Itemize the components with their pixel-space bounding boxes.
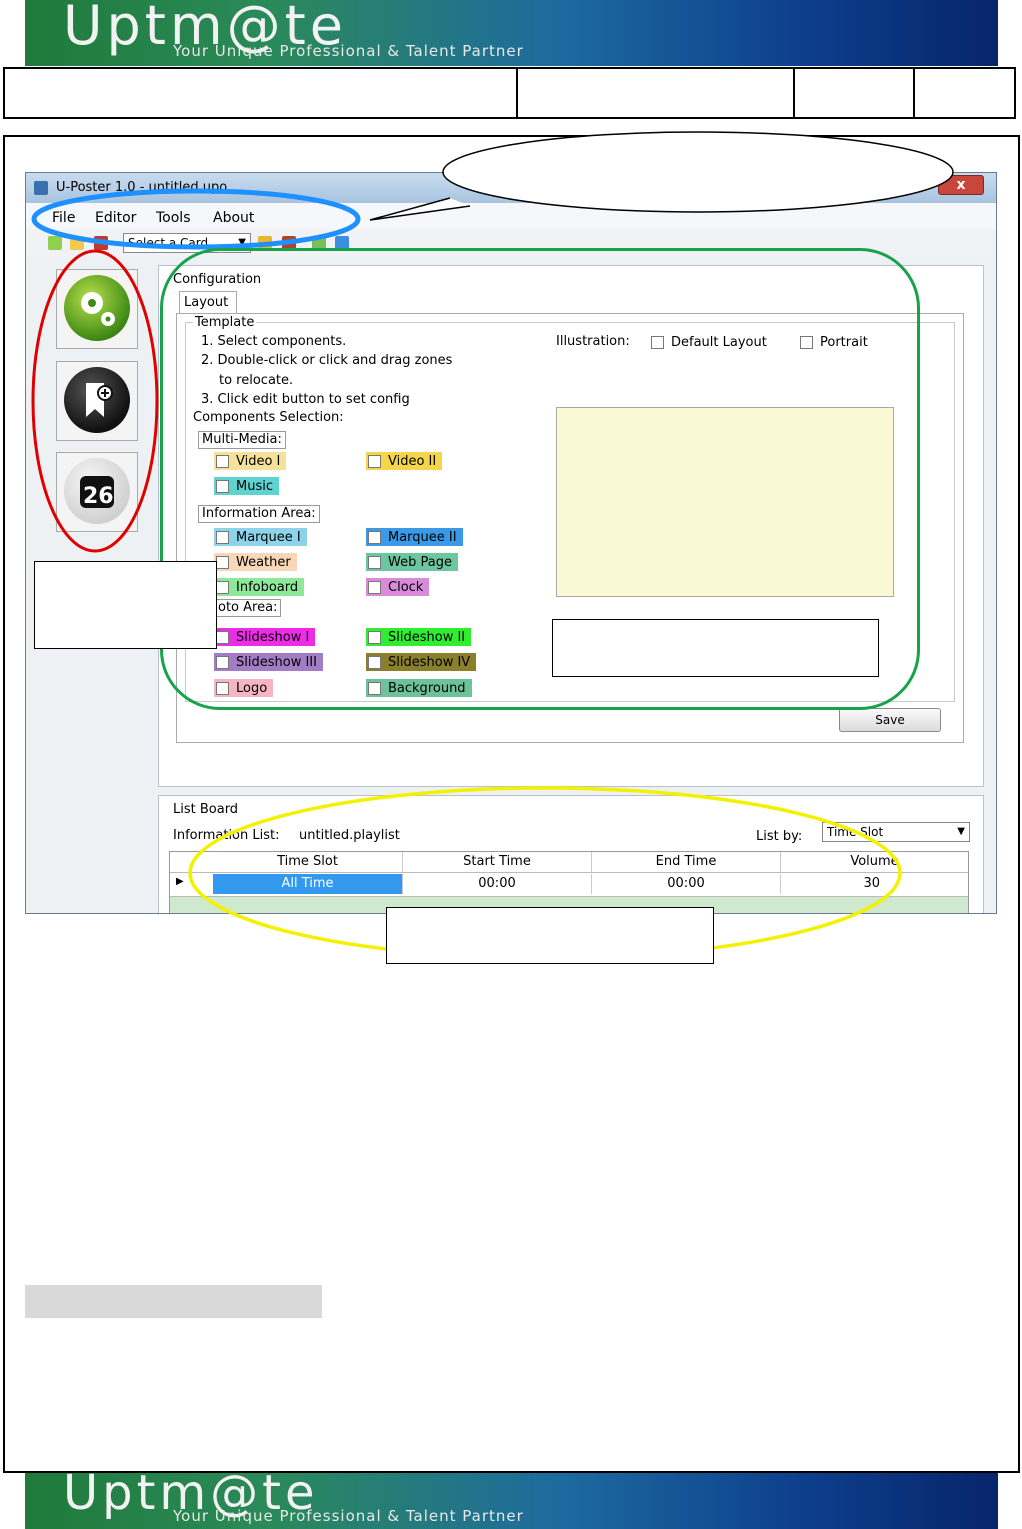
speech-bubble-callout xyxy=(369,131,954,221)
menu-highlight-ellipse xyxy=(31,188,361,250)
top-banner: Uptm@te Your Unique Professional & Talen… xyxy=(25,0,998,66)
header-cell xyxy=(518,69,795,117)
banner-tagline: Your Unique Professional & Talent Partne… xyxy=(173,1507,524,1525)
bottom-banner: Uptm@te Your Unique Professional & Talen… xyxy=(25,1473,998,1529)
header-cell xyxy=(795,69,915,117)
sidebar-highlight-ellipse xyxy=(31,249,159,553)
sidebar-callout-box xyxy=(34,561,217,649)
listboard-callout-box xyxy=(386,907,714,964)
document-header-table xyxy=(3,67,1016,119)
gray-placeholder-bar xyxy=(25,1285,322,1318)
banner-tagline: Your Unique Professional & Talent Partne… xyxy=(173,42,524,60)
header-cell xyxy=(915,69,1014,117)
header-cell xyxy=(5,69,518,117)
chevron-down-icon: ▼ xyxy=(957,826,965,837)
configuration-callout-box xyxy=(552,619,879,677)
save-button[interactable]: Save xyxy=(839,708,941,732)
